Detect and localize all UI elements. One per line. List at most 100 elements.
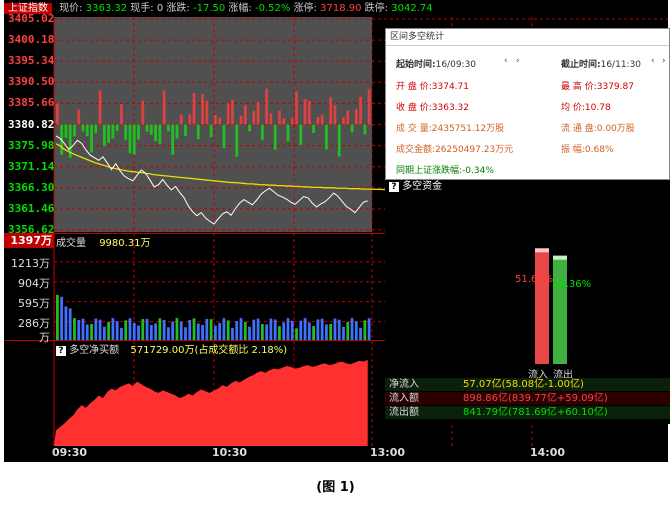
sell-pressure-bar (325, 124, 328, 150)
sell-pressure-bar (145, 124, 149, 132)
fund-bar-chart (535, 248, 567, 364)
end-prev-arrow[interactable]: ‹ (651, 56, 655, 66)
outflow-row-value: 841.79亿(781.69亿+60.10亿) (463, 407, 608, 418)
volume-bar (149, 325, 153, 340)
start-label: 起始时间: (396, 60, 436, 70)
volume-bar (64, 306, 68, 340)
volume-bar (226, 320, 230, 340)
volume-bar (171, 321, 175, 340)
open-label: 开 盘 价: (396, 82, 432, 92)
sell-pressure-bar (137, 124, 140, 140)
volume-bar (124, 320, 128, 340)
fund-flow-panel: ? 多空资金 51.64% 48.36% 流入 流出 净流入 57.07亿(58… (385, 180, 670, 424)
volume-bar (154, 323, 157, 340)
float-value: 0.00万股 (596, 124, 635, 134)
volume-bar (158, 318, 162, 340)
volume-bar (111, 318, 115, 340)
pct-value: -0.52% (254, 3, 291, 14)
sell-pressure-bar (128, 124, 132, 154)
volume-bar (256, 318, 260, 340)
volume-bar (329, 323, 333, 340)
start-time: 起始时间:16/09:30 (396, 57, 476, 70)
start-next-arrow[interactable]: › (516, 56, 520, 66)
volume-bar (316, 319, 320, 340)
price-tick-label: 3375.98 (8, 138, 55, 152)
volume-bar (68, 308, 72, 340)
volume-bar (85, 324, 89, 340)
volume-bar (102, 326, 106, 340)
buy-pressure-bar (320, 114, 324, 125)
limit-down-value: 3042.74 (391, 3, 433, 14)
outflow-row: 流出额 841.79亿(781.69亿+60.10亿) (385, 406, 670, 419)
sell-pressure-bar (209, 124, 213, 138)
help-icon[interactable]: ? (56, 346, 66, 356)
stats-title: 区间多空统计 (386, 29, 669, 46)
avg-price: 均 价:10.78 (561, 100, 611, 113)
volume-bar (367, 318, 371, 340)
net-buy-area (54, 359, 368, 446)
fund-title-text: 多空资金 (402, 181, 443, 192)
amount-value: 26250497.23万元 (435, 145, 514, 155)
price-tick-label: 3371.14 (8, 159, 55, 173)
buy-pressure-bar (252, 110, 256, 125)
price-tick-label: 3380.82 (8, 117, 55, 131)
close-value: 3363.32 (431, 103, 469, 113)
volume-bar (167, 327, 170, 340)
chart-window: 上证指数 现价: 3363.32 现手: 0 涨跌: -17.50 涨幅: -0… (4, 0, 670, 462)
buy-pressure-bar (218, 117, 222, 125)
volume-bar (201, 324, 204, 340)
figure-caption: (图 1) (316, 480, 355, 495)
sell-pressure-bar (73, 124, 76, 137)
time-tick-label: 09:30 (52, 446, 88, 459)
volume-tick-label: 904万 (18, 276, 50, 290)
avg-label: 均 价: (561, 103, 585, 113)
sell-pressure-bar (299, 124, 303, 146)
amp-value: 0.68% (584, 145, 614, 155)
buy-pressure-bar (295, 91, 298, 125)
volume-bar (145, 318, 149, 340)
inflow-row-label: 流入额 (389, 393, 419, 404)
volume-bar (235, 321, 239, 340)
volume-bar (346, 321, 350, 340)
end-time: 截止时间:16/11:30 (561, 57, 641, 70)
start-prev-arrow[interactable]: ‹ (504, 56, 508, 66)
volume-bar (260, 323, 264, 340)
help-icon[interactable]: ? (389, 182, 399, 192)
sell-pressure-bar (312, 124, 315, 133)
buy-pressure-bar (201, 93, 204, 125)
volume-bar (312, 326, 315, 340)
end-next-arrow[interactable]: › (662, 56, 666, 66)
buy-pressure-bar (316, 116, 320, 125)
volume-bar (299, 320, 303, 340)
buy-pressure-bar (188, 114, 192, 125)
volume-bar (282, 322, 286, 340)
sell-pressure-bar (154, 124, 157, 142)
volume-bar (231, 327, 234, 340)
outflow-row-label: 流出额 (389, 407, 419, 418)
net-inflow-label: 净流入 (389, 379, 419, 390)
net-buy-title: ? 多空净买额 571729.00万(占成交额比 2.18%) (56, 341, 287, 356)
volume-bar (342, 326, 345, 340)
price-tick-label: 3395.34 (8, 54, 55, 68)
volume-bar (162, 320, 166, 340)
volume-bar (128, 318, 132, 340)
volume-bar (363, 320, 367, 340)
outflow-bar-cap (553, 255, 567, 260)
vol-label: 成 交 量: (396, 124, 432, 134)
price-tick-label: 3385.66 (8, 96, 55, 110)
inflow-bar-cap (535, 248, 549, 253)
volume-bar (192, 318, 196, 340)
buy-pressure-bar (141, 100, 145, 125)
sell-pressure-bar (286, 124, 290, 142)
sell-pressure-bar (248, 124, 251, 132)
volume-bar (184, 327, 187, 340)
start-value: 16/09:30 (435, 60, 477, 70)
volume-bar (337, 319, 341, 340)
change-value: -17.50 (192, 3, 226, 14)
buy-pressure-bar (307, 100, 311, 125)
sell-pressure-bar (337, 124, 341, 157)
buy-pressure-bar (269, 113, 273, 125)
sell-pressure-bar (184, 124, 187, 137)
volume-bar (286, 318, 290, 340)
sell-pressure-bar (102, 124, 106, 147)
